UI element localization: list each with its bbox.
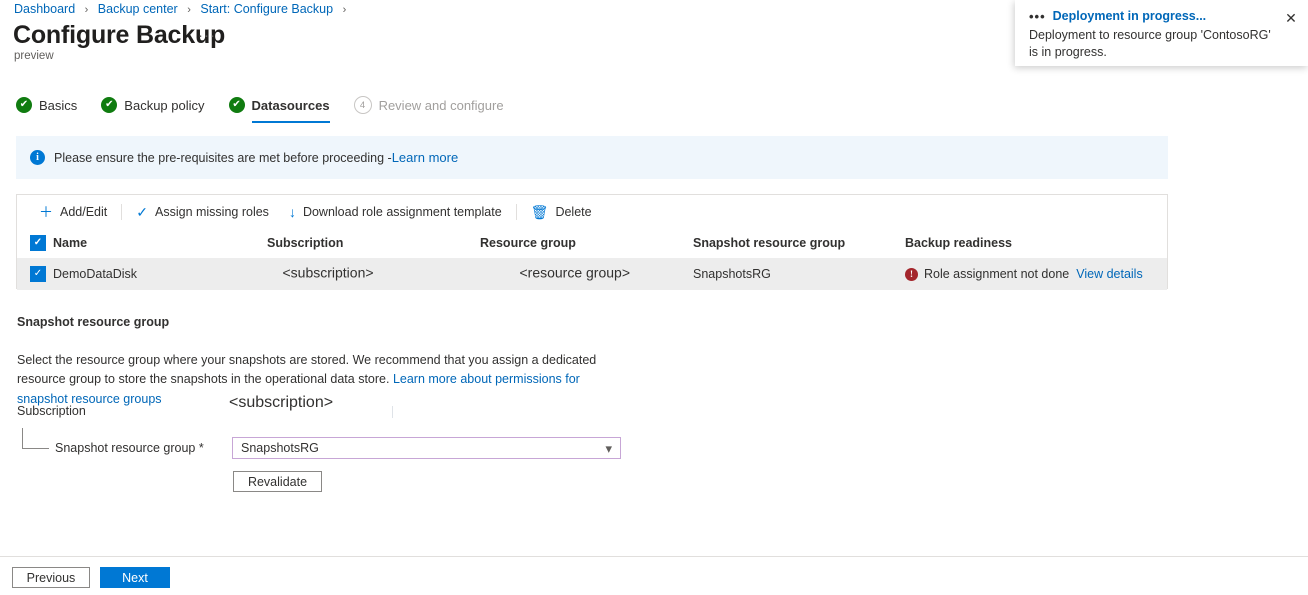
progress-dots-icon: ••• — [1029, 8, 1046, 24]
wizard-step-label: Backup policy — [124, 97, 205, 113]
snapshot-resource-group-label: Snapshot resource group * — [55, 441, 204, 455]
subscription-form-row: Subscription <subscription> — [17, 394, 637, 421]
cell-subscription: <subscription> — [267, 261, 480, 287]
snapshot-section-title: Snapshot resource group — [17, 315, 170, 329]
column-header-subscription[interactable]: Subscription — [267, 236, 480, 250]
footer-divider — [0, 556, 1308, 557]
breadcrumb-separator: › — [342, 4, 347, 16]
step-number-icon: 4 — [353, 96, 372, 114]
wizard-step-review-and-configure[interactable]: 4 Review and configure — [353, 92, 504, 118]
column-header-backup-readiness[interactable]: Backup readiness — [905, 236, 1167, 250]
delete-button[interactable]: 🗑 Delete — [521, 195, 602, 228]
prerequisites-info-banner: i Please ensure the pre-requisites are m… — [16, 136, 1168, 179]
table-row[interactable]: ✓ DemoDataDisk <subscription> <resource … — [17, 258, 1167, 290]
breadcrumb-item-start-configure-backup[interactable]: Start: Configure Backup — [200, 2, 333, 16]
error-icon: ! — [905, 267, 918, 281]
plus-icon: ＋ — [39, 203, 53, 220]
info-banner-learn-more-link[interactable]: Learn more — [392, 150, 458, 165]
view-details-link[interactable]: View details — [1076, 267, 1142, 281]
wizard-step-label: Review and configure — [378, 97, 504, 113]
row-checkbox-cell: ✓ — [17, 266, 53, 282]
datasources-grid: ＋ Add/Edit ✓ Assign missing roles ↓ Down… — [16, 194, 1168, 290]
toast-header: ••• Deployment in progress... — [1029, 9, 1296, 23]
assign-missing-roles-button[interactable]: ✓ Assign missing roles — [126, 195, 279, 228]
cell-backup-readiness: ! Role assignment not done View details … — [905, 266, 1167, 283]
command-label: Delete — [555, 204, 592, 219]
check-circle-icon: ✔ — [228, 97, 245, 113]
grid-command-bar: ＋ Add/Edit ✓ Assign missing roles ↓ Down… — [17, 195, 1167, 228]
chevron-down-icon: ▾ — [605, 440, 612, 456]
breadcrumb-separator: › — [187, 4, 191, 16]
revalidate-button[interactable]: Revalidate — [233, 471, 322, 492]
redaction-block — [480, 261, 516, 287]
column-header-snapshot-resource-group[interactable]: Snapshot resource group — [693, 236, 905, 250]
command-label: Add/Edit — [60, 204, 108, 219]
wizard-step-basics[interactable]: ✔ Basics — [16, 92, 77, 118]
command-divider — [121, 203, 123, 220]
toast-title[interactable]: Deployment in progress... — [1053, 9, 1207, 23]
cell-resource-group: <resource group> — [480, 261, 693, 287]
cell-snapshot-resource-group: SnapshotsRG — [693, 267, 771, 281]
download-role-assignment-template-button[interactable]: ↓ Download role assignment template — [279, 195, 512, 228]
previous-button[interactable]: Previous — [12, 567, 90, 588]
wizard-steps: ✔ Basics ✔ Backup policy ✔ Datasources 4… — [16, 92, 528, 123]
close-icon[interactable]: ✕ — [1282, 9, 1300, 27]
wizard-step-backup-policy[interactable]: ✔ Backup policy — [101, 92, 205, 118]
cell-resource-group-value: <resource group> — [519, 264, 631, 281]
tree-connector — [22, 428, 49, 449]
wizard-step-datasources[interactable]: ✔ Datasources — [228, 92, 330, 123]
check-icon: ✓ — [136, 203, 148, 220]
check-circle-icon: ✔ — [101, 97, 118, 113]
trash-icon: 🗑 — [530, 203, 549, 220]
active-step-underline — [251, 121, 330, 123]
command-label: Assign missing roles — [155, 204, 269, 219]
row-checkbox[interactable]: ✓ — [30, 266, 46, 282]
redaction-block — [267, 261, 279, 287]
add-edit-button[interactable]: ＋ Add/Edit — [29, 195, 117, 228]
check-circle-icon: ✔ — [16, 97, 32, 113]
wizard-step-label: Basics — [39, 97, 78, 113]
snapshot-resource-group-selected-value: SnapshotsRG — [241, 441, 319, 455]
command-divider — [515, 203, 517, 220]
next-button[interactable]: Next — [100, 567, 170, 588]
field-divider — [392, 406, 393, 418]
page-title: Configure Backup — [13, 21, 226, 49]
subscription-value: <subscription> — [229, 394, 334, 411]
select-all-checkbox-cell: ✓ — [17, 235, 53, 251]
info-icon: i — [30, 150, 45, 165]
info-banner-text: Please ensure the pre-requisites are met… — [54, 150, 392, 165]
column-header-resource-group[interactable]: Resource group — [480, 236, 693, 250]
deployment-notification-toast: ••• Deployment in progress... Deployment… — [1015, 0, 1308, 66]
cell-subscription-value: <subscription> — [282, 264, 374, 281]
breadcrumb-separator: › — [84, 4, 89, 16]
snapshot-resource-group-dropdown[interactable]: SnapshotsRG ▾ — [232, 437, 621, 459]
breadcrumb-item-dashboard[interactable]: Dashboard — [14, 2, 75, 16]
subscription-label: Subscription — [17, 404, 86, 418]
cell-name: DemoDataDisk — [53, 267, 138, 281]
readiness-status-text: Role assignment not done — [924, 267, 1070, 281]
toast-body-text: Deployment to resource group 'ContosoRG'… — [1029, 28, 1271, 59]
more-options-icon[interactable]: ··· — [198, 28, 216, 43]
preview-badge: preview — [14, 50, 54, 62]
wizard-step-label: Datasources — [251, 97, 330, 113]
select-all-checkbox[interactable]: ✓ — [30, 235, 46, 251]
download-icon: ↓ — [288, 203, 296, 220]
breadcrumb: Dashboard › Backup center › Start: Confi… — [14, 2, 352, 16]
command-label: Download role assignment template — [302, 204, 502, 219]
breadcrumb-item-backup-center[interactable]: Backup center — [98, 2, 178, 16]
table-header-row: ✓ Name Subscription Resource group Snaps… — [17, 228, 1167, 258]
column-header-name[interactable]: Name — [53, 236, 267, 250]
